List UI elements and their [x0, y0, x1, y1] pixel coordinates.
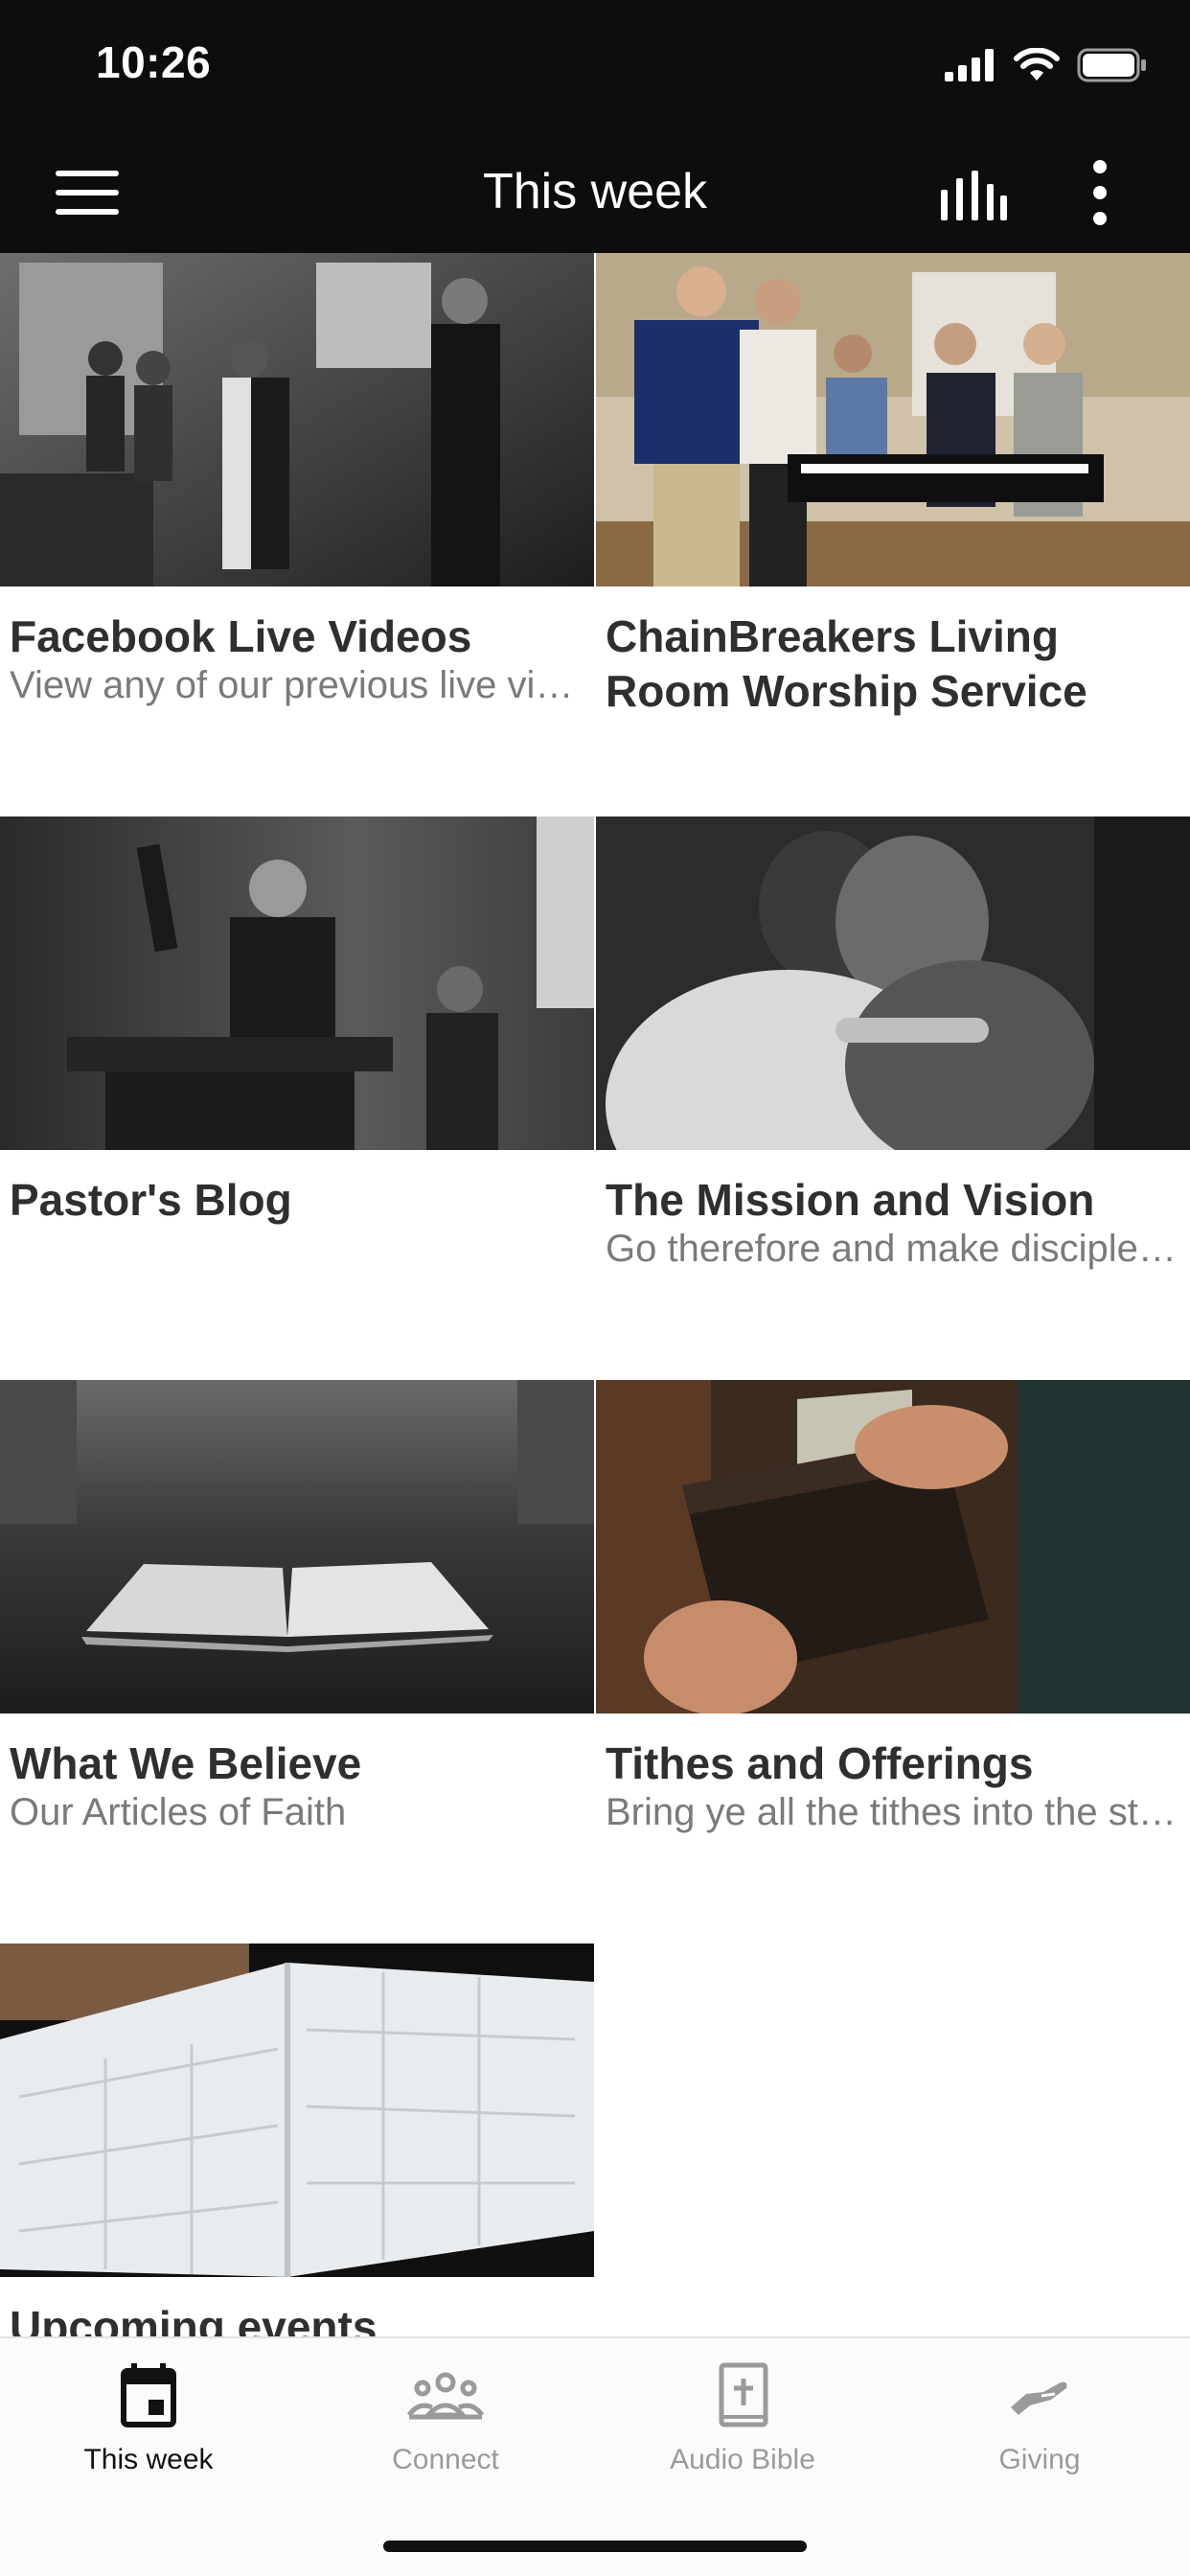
home-indicator[interactable] [383, 2541, 807, 2552]
tab-label: Audio Bible [670, 2444, 815, 2475]
wifi-icon [1014, 48, 1060, 80]
tile-title: Tithes and Offerings [606, 1738, 1034, 1788]
tile-subtitle: Bring ye all the tithes into the storeho… [606, 1791, 1180, 1833]
tile-subtitle: Our Articles of Faith [10, 1791, 347, 1833]
tile-pastors-blog[interactable]: Pastor's Blog [0, 816, 594, 1380]
app-header: This week [0, 134, 1190, 253]
living-room-worship-photo [596, 253, 1190, 586]
media-player-icon[interactable] [939, 171, 1008, 220]
tile-title: The Mission and Vision [606, 1175, 1095, 1225]
status-icons [945, 46, 1148, 84]
battery-icon [1077, 48, 1146, 82]
tile-title: Pastor's Blog [10, 1175, 292, 1225]
people-icon [407, 2372, 484, 2420]
tile-subtitle: View any of our previous live videos [10, 664, 584, 706]
tile-title: What We Believe [10, 1738, 362, 1788]
tile-title: Upcoming events [10, 2302, 378, 2336]
tile-what-we-believe[interactable]: What We Believe Our Articles of Faith [0, 1380, 594, 1944]
tab-this-week[interactable]: This week [0, 2361, 297, 2505]
content-grid: Facebook Live Videos View any of our pre… [0, 253, 1190, 2336]
tile-facebook-live-videos[interactable]: Facebook Live Videos View any of our pre… [0, 253, 594, 816]
tab-giving[interactable]: Giving [891, 2361, 1188, 2505]
tab-connect[interactable]: Connect [297, 2361, 594, 2505]
status-time: 10:26 [96, 37, 212, 87]
tile-living-room-worship[interactable]: ChainBreakers Living Room Worship Servic… [596, 253, 1190, 816]
open-bible-photo [0, 1380, 594, 1714]
calendar-icon [121, 2363, 176, 2427]
tab-audio-bible[interactable]: Audio Bible [594, 2361, 891, 2505]
bible-icon [719, 2362, 768, 2427]
tile-subtitle: Go therefore and make disciples of all n… [606, 1228, 1180, 1270]
wallet-photo [596, 1380, 1190, 1714]
tile-upcoming-events[interactable]: Upcoming events [0, 1944, 594, 2336]
tab-label: This week [83, 2444, 214, 2475]
tab-label: Giving [998, 2444, 1081, 2475]
tab-label: Connect [392, 2444, 499, 2475]
more-options-icon[interactable] [1088, 159, 1111, 226]
embrace-photo [596, 816, 1190, 1150]
pastor-preaching-photo [0, 816, 594, 1150]
giving-hand-icon [1011, 2381, 1067, 2415]
planner-photo [0, 1944, 594, 2277]
tile-tithes-and-offerings[interactable]: Tithes and Offerings Bring ye all the ti… [596, 1380, 1190, 1944]
tile-title: Facebook Live Videos [10, 611, 472, 661]
page-title: This week [482, 164, 708, 219]
worship-band-photo [0, 253, 594, 586]
tile-mission-and-vision[interactable]: The Mission and Vision Go therefore and … [596, 816, 1190, 1380]
status-bar: 10:26 [0, 0, 1190, 134]
signal-icon [945, 49, 994, 81]
tile-title: ChainBreakers Living Room Worship Servic… [606, 611, 1087, 716]
